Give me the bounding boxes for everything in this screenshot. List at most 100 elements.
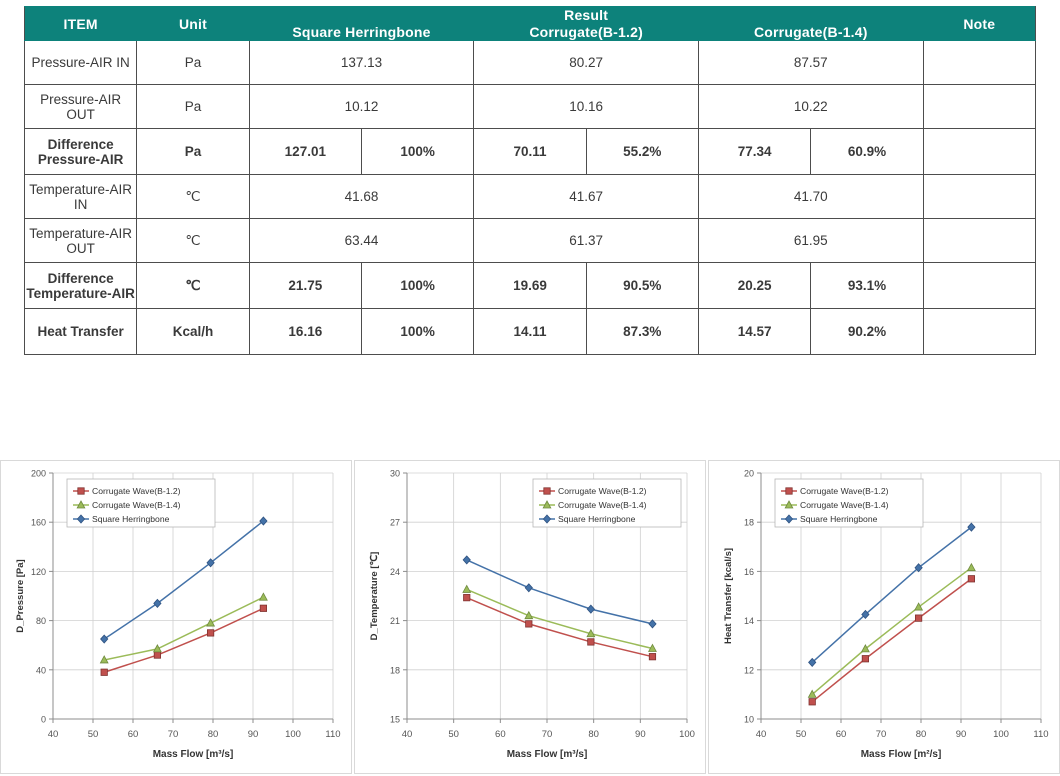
data-point-marker xyxy=(587,638,595,646)
x-axis-label: Mass Flow [m³/s] xyxy=(153,749,234,760)
legend-label: Square Herringbone xyxy=(558,514,636,524)
cell-percent: 87.3% xyxy=(585,308,699,355)
table-row: Difference Pressure-AIR Pa 127.01 100% 70.11… xyxy=(23,128,1037,175)
cell-value: 41.67 xyxy=(473,174,699,219)
table-row: Pressure-AIR OUT Pa 10.12 10.16 10.22 xyxy=(23,84,1037,129)
cell-unit: Pa xyxy=(136,128,250,175)
legend-label: Corrugate Wave(B-1.4) xyxy=(558,500,647,510)
chart-panel-pressure: 0 40 80 120 160 200 40 50 60 70 80 90 100 110 Mass Flo… xyxy=(0,460,352,774)
x-axis-tick-label: 90 xyxy=(956,729,967,740)
x-axis-tick-label: 70 xyxy=(876,729,887,740)
legend-label: Corrugate Wave(B-1.2) xyxy=(800,486,889,496)
table-head: ITEM Unit Result Note Square Herringbone… xyxy=(23,6,1037,41)
data-point-marker xyxy=(153,651,161,659)
cell-unit: Pa xyxy=(136,84,250,129)
x-axis-tick-label: 100 xyxy=(679,729,695,740)
x-axis-tick-label: 60 xyxy=(128,729,139,740)
cell-value: 41.70 xyxy=(697,174,924,219)
y-axis-tick-label: 20 xyxy=(744,469,754,479)
x-axis-label: Mass Flow [m²/s] xyxy=(861,749,942,760)
cell-value: 137.13 xyxy=(248,40,475,85)
cell-unit: ℃ xyxy=(136,174,250,219)
table-row: Temperature-AIR OUT ℃ 63.44 61.37 61.95 xyxy=(23,218,1037,263)
cell-percent: 100% xyxy=(360,308,475,355)
chart-panel-heat-transfer: 10 12 14 16 18 20 40 50 60 70 80 90 100 110 Mass Flow … xyxy=(708,460,1060,774)
col-header-corrugate-b12: Corrugate(B-1.2) xyxy=(473,23,699,41)
y-axis-label: D_Temperature [℃] xyxy=(369,552,380,641)
data-point-marker xyxy=(77,487,85,495)
cell-value: 80.27 xyxy=(473,40,699,85)
x-axis-tick-label: 40 xyxy=(402,729,413,740)
charts-row: 0 40 80 120 160 200 40 50 60 70 80 90 100 110 Mass Flo… xyxy=(0,460,1060,776)
cell-item: Heat Transfer xyxy=(23,308,138,355)
x-axis-tick-label: 90 xyxy=(248,729,259,740)
y-axis-tick-label: 10 xyxy=(744,715,754,725)
y-axis-tick-label: 24 xyxy=(390,567,400,577)
x-axis-tick-label: 80 xyxy=(916,729,927,740)
cell-percent: 55.2% xyxy=(585,128,699,175)
y-axis-tick-label: 27 xyxy=(390,518,400,528)
table-body: Pressure-AIR IN Pa 137.13 80.27 87.57 Pressur… xyxy=(23,40,1037,355)
x-axis-tick-label: 70 xyxy=(542,729,553,740)
cell-unit: ℃ xyxy=(136,218,250,263)
data-point-marker xyxy=(525,620,533,628)
y-axis-tick-label: 14 xyxy=(744,616,754,626)
x-axis-label: Mass Flow [m³/s] xyxy=(507,749,588,760)
data-point-marker xyxy=(967,575,976,583)
data-point-marker xyxy=(785,487,793,495)
x-axis-tick-label: 40 xyxy=(48,729,59,740)
chart-legend: Corrugate Wave(B-1.2) Corrugate Wave(B-1.… xyxy=(532,478,682,528)
data-point-marker xyxy=(100,668,108,676)
cell-unit: Pa xyxy=(136,40,250,85)
legend-label: Corrugate Wave(B-1.4) xyxy=(800,500,889,510)
cell-value: 70.11 xyxy=(473,128,587,175)
x-axis-tick-label: 110 xyxy=(325,729,340,740)
cell-unit: ℃ xyxy=(136,262,250,309)
chart-panel-temperature: 15 18 21 24 27 30 40 50 60 70 80 90 100 Mass Flow [m³… xyxy=(354,460,706,774)
cell-note xyxy=(922,262,1037,309)
data-point-marker xyxy=(914,614,923,622)
chart-legend: Corrugate Wave(B-1.2) Corrugate Wave(B-1.… xyxy=(66,478,216,528)
x-axis-tick-label: 90 xyxy=(635,729,646,740)
y-axis-tick-label: 12 xyxy=(744,665,754,675)
cell-value: 10.12 xyxy=(248,84,475,129)
cell-percent: 100% xyxy=(360,262,475,309)
cell-item: Pressure-AIR IN xyxy=(23,40,138,85)
cell-percent: 93.1% xyxy=(810,262,924,309)
chart-legend: Corrugate Wave(B-1.2) Corrugate Wave(B-1.… xyxy=(774,478,924,528)
cell-note xyxy=(922,218,1037,263)
cell-percent: 100% xyxy=(360,128,475,175)
legend-label: Corrugate Wave(B-1.4) xyxy=(92,500,181,510)
x-axis-tick-label: 50 xyxy=(88,729,99,740)
legend-label: Square Herringbone xyxy=(92,514,170,524)
cell-percent: 90.2% xyxy=(810,308,924,355)
x-axis-tick-label: 70 xyxy=(168,729,179,740)
cell-value: 21.75 xyxy=(248,262,362,309)
cell-unit: Kcal/h xyxy=(136,308,250,355)
table-row: Heat Transfer Kcal/h 16.16 100% 14.11 87.3% 14… xyxy=(23,308,1037,355)
y-axis-tick-label: 40 xyxy=(36,665,46,675)
cell-note xyxy=(922,174,1037,219)
data-point-marker xyxy=(648,653,657,661)
results-table: ITEM Unit Result Note Square Herringbone… xyxy=(23,6,1037,355)
col-header-item: ITEM xyxy=(23,6,138,41)
data-point-marker xyxy=(808,698,816,706)
cell-item: Pressure-AIR OUT xyxy=(23,84,138,129)
x-axis-tick-label: 60 xyxy=(495,729,506,740)
table-row: Difference Temperature-AIR ℃ 21.75 100% 19.6… xyxy=(23,262,1037,309)
results-table-container: ITEM Unit Result Note Square Herringbone… xyxy=(23,6,1037,355)
cell-value: 77.34 xyxy=(697,128,812,175)
y-axis-tick-label: 16 xyxy=(744,567,754,577)
cell-value: 10.22 xyxy=(697,84,924,129)
cell-value: 127.01 xyxy=(248,128,362,175)
x-axis-tick-label: 60 xyxy=(836,729,847,740)
cell-value: 61.95 xyxy=(697,218,924,263)
col-header-result: Result xyxy=(248,6,924,24)
col-header-corrugate-b14: Corrugate(B-1.4) xyxy=(697,23,924,41)
chart-svg: 0408012016020040 50 60 70 80 90 100 110Mass Flo… xyxy=(1,461,351,773)
legend-label: Square Herringbone xyxy=(800,514,878,524)
cell-item: Temperature-AIR OUT xyxy=(23,218,138,263)
y-axis-tick-label: 0 xyxy=(41,715,46,725)
chart-svg: 15 18 21 24 27 30 40 50 60 70 80 90 100 Mass Flow [m³… xyxy=(355,461,705,773)
chart-svg: 10 12 14 16 18 20 40 50 60 70 80 90 100 110 Mass Flow … xyxy=(709,461,1059,773)
